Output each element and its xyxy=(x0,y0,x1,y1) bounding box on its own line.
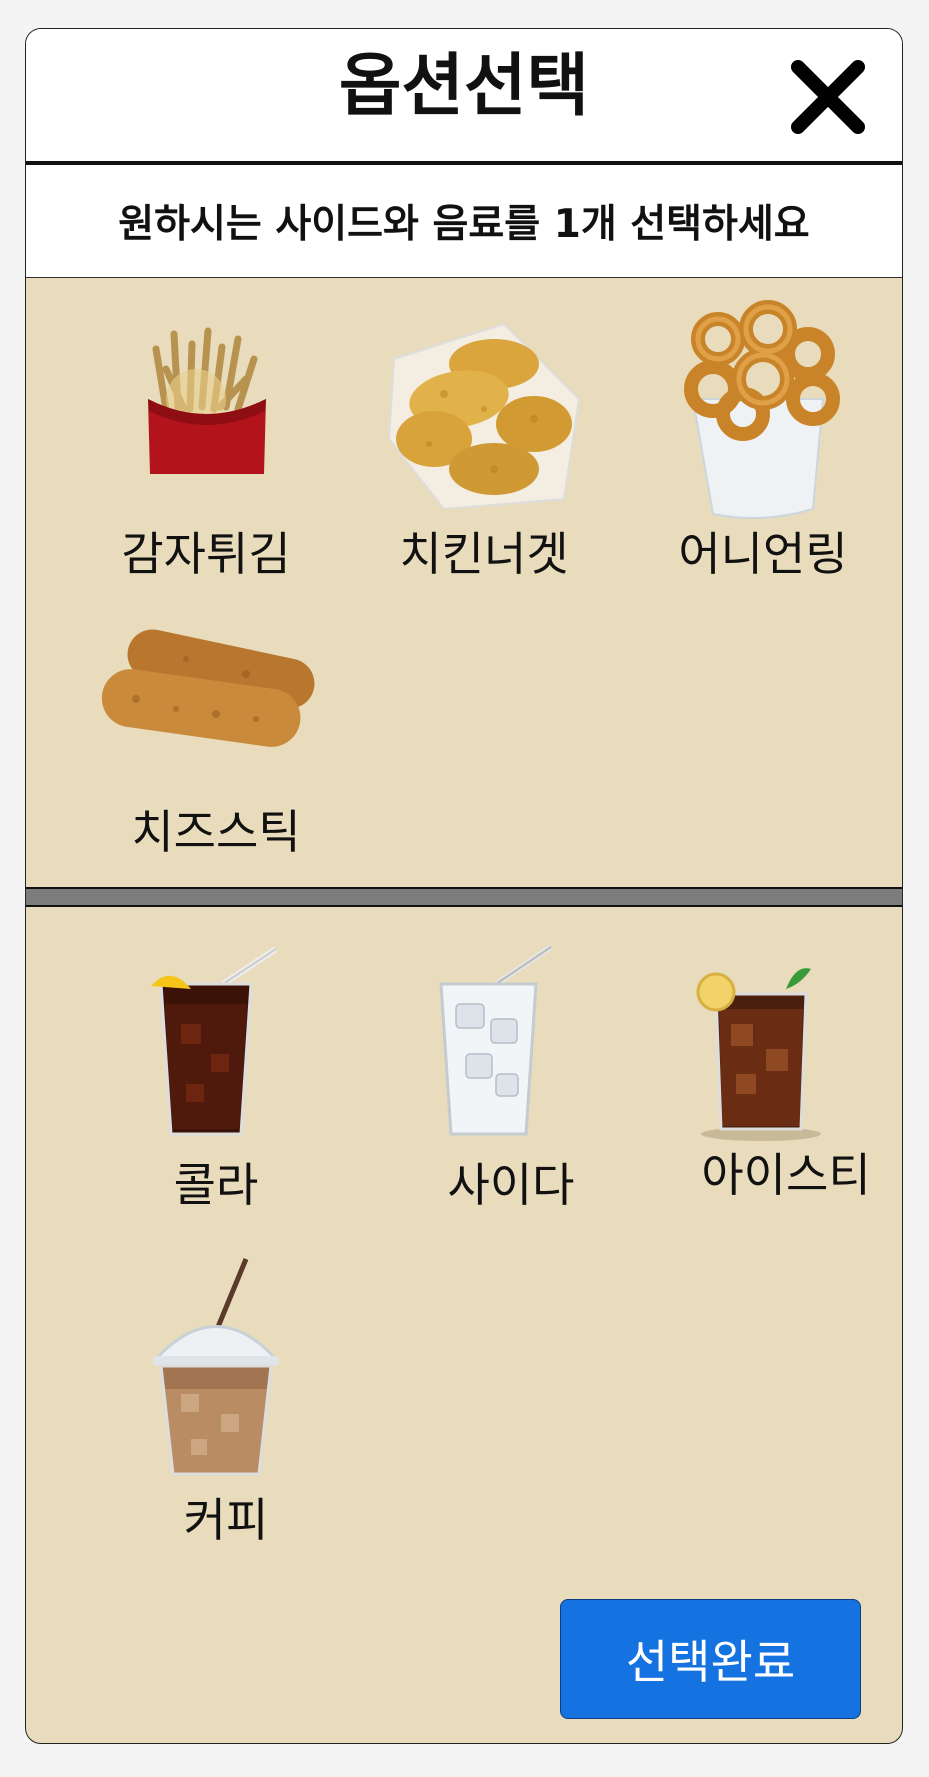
cola-icon xyxy=(151,946,278,1136)
side-option-fries[interactable]: 감자튀김 xyxy=(66,319,346,589)
drink-option-coffee[interactable]: 커피 xyxy=(86,1258,366,1543)
option-select-dialog: 옵션선택 원하시는 사이드와 음료를 1개 선택하세요 감자튀김 치킨너겟 어니… xyxy=(25,28,903,1744)
instruction-text: 원하시는 사이드와 음료를 1개 선택하세요 xyxy=(26,165,902,278)
confirm-selection-button[interactable]: 선택완료 xyxy=(560,1599,861,1719)
side-option-label: 치킨너겟 xyxy=(399,527,569,581)
drink-option-cider[interactable]: 사이다 xyxy=(371,944,651,1214)
french-fries-icon xyxy=(148,327,266,474)
side-option-label: 치즈스틱 xyxy=(131,805,301,859)
cheese-sticks-icon xyxy=(101,629,315,747)
iced-coffee-icon xyxy=(152,1258,280,1476)
drink-option-label: 아이스티 xyxy=(701,1148,871,1202)
close-button[interactable] xyxy=(788,57,868,137)
onion-rings-icon xyxy=(684,300,840,519)
side-option-label: 감자튀김 xyxy=(121,527,291,581)
section-divider xyxy=(26,887,902,907)
iced-tea-icon xyxy=(696,968,821,1141)
chicken-nuggets-icon xyxy=(387,322,581,509)
close-icon xyxy=(791,60,865,134)
drink-option-label: 콜라 xyxy=(173,1158,259,1212)
side-option-label: 어니언링 xyxy=(678,527,848,581)
drink-option-label: 사이다 xyxy=(447,1158,575,1212)
side-option-cheese-sticks[interactable]: 치즈스틱 xyxy=(76,619,356,889)
dialog-header: 옵션선택 xyxy=(26,29,902,165)
drink-option-label: 커피 xyxy=(183,1493,269,1547)
cider-icon xyxy=(439,944,553,1136)
drink-option-cola[interactable]: 콜라 xyxy=(76,944,356,1214)
dialog-title: 옵션선택 xyxy=(338,47,590,126)
side-option-nuggets[interactable]: 치킨너겟 xyxy=(344,319,624,589)
side-option-onion-rings[interactable]: 어니언링 xyxy=(623,300,902,589)
drink-option-iced-tea[interactable]: 아이스티 xyxy=(646,944,902,1214)
